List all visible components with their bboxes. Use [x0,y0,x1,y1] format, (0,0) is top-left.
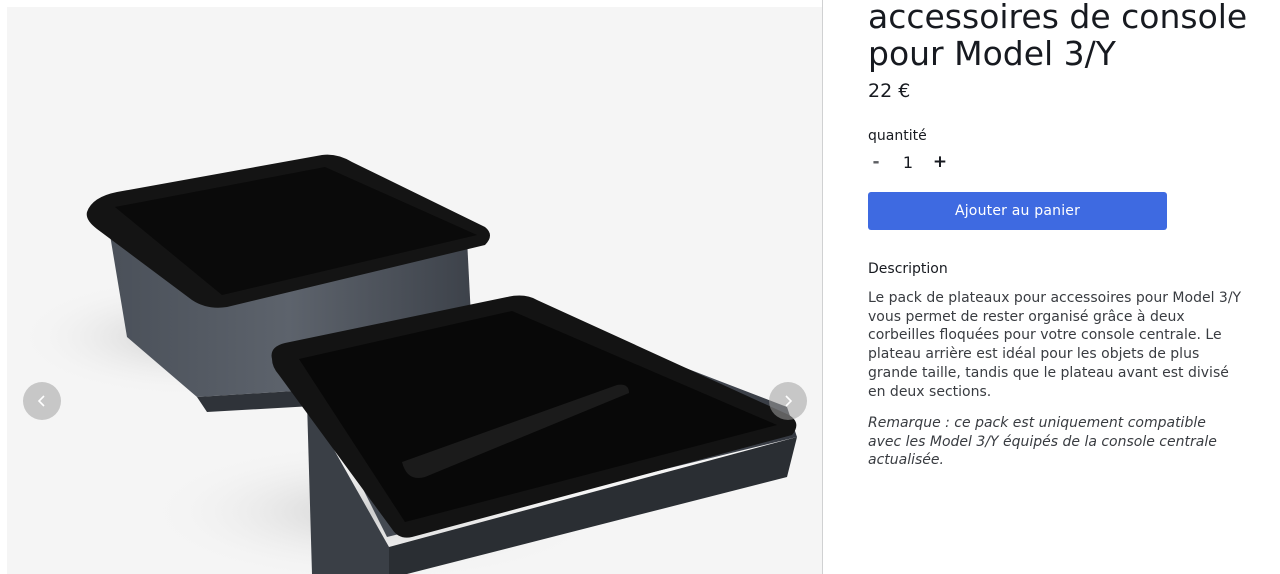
product-price: 22 € [868,80,911,102]
product-title-line2: pour Model 3/Y [868,34,1116,73]
gallery-divider [822,0,823,574]
product-title: accessoires de console pour Model 3/Y [868,0,1268,72]
quantity-value[interactable]: 1 [884,153,932,172]
description-note: Remarque : ce pack est uniquement compat… [868,415,1217,469]
product-gallery [7,7,823,574]
add-to-cart-button[interactable]: Ajouter au panier [868,192,1167,230]
description-body: Le pack de plateaux pour accessoires pou… [868,290,1242,400]
quantity-stepper: - 1 + [868,151,948,173]
product-image [7,7,823,574]
quantity-label: quantité [868,128,927,144]
gallery-next-button[interactable] [769,382,807,420]
quantity-increase-button[interactable]: + [932,152,948,172]
quantity-decrease-button[interactable]: - [868,152,884,172]
chevron-right-icon [785,395,793,407]
description-heading: Description [868,261,948,277]
chevron-left-icon [37,395,45,407]
product-title-line1: accessoires de console [868,0,1248,36]
gallery-prev-button[interactable] [23,382,61,420]
